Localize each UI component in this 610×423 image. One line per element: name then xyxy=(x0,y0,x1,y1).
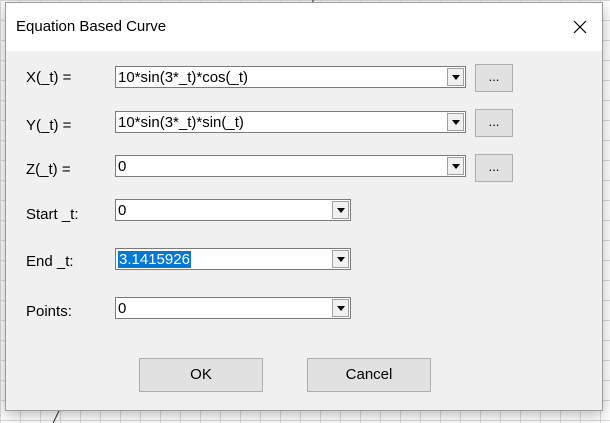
start-t-label: Start _t: xyxy=(26,206,79,223)
ok-button[interactable]: OK xyxy=(139,358,263,392)
chevron-down-icon xyxy=(451,74,460,80)
x-browse-button[interactable]: ... xyxy=(475,64,513,92)
y-equation-label: Y(_t) = xyxy=(26,117,72,134)
equation-curve-dialog: Equation Based Curve X(_t) = 10*sin(3*_t… xyxy=(5,2,603,411)
end-t-combobox[interactable]: 3.1415926 xyxy=(115,248,351,270)
y-dropdown-button[interactable] xyxy=(447,113,464,131)
start-t-dropdown-button[interactable] xyxy=(332,201,349,219)
z-equation-label: Z(_t) = xyxy=(26,161,71,178)
z-dropdown-button[interactable] xyxy=(447,157,464,175)
points-value: 0 xyxy=(118,300,127,317)
x-equation-label: X(_t) = xyxy=(26,69,72,86)
points-dropdown-button[interactable] xyxy=(332,299,349,317)
start-t-value: 0 xyxy=(118,202,127,219)
close-button[interactable] xyxy=(560,9,600,45)
z-browse-button[interactable]: ... xyxy=(475,154,513,182)
end-t-label: End _t: xyxy=(26,253,74,270)
y-browse-button[interactable]: ... xyxy=(475,109,513,137)
chevron-down-icon xyxy=(336,305,345,311)
x-equation-value: 10*sin(3*_t)*cos(_t) xyxy=(118,69,249,86)
end-t-dropdown-button[interactable] xyxy=(332,250,349,268)
points-label: Points: xyxy=(26,303,72,320)
end-t-value: 3.1415926 xyxy=(118,251,191,268)
close-icon xyxy=(573,20,587,34)
points-combobox[interactable]: 0 xyxy=(115,297,351,319)
x-dropdown-button[interactable] xyxy=(447,68,464,86)
y-equation-value: 10*sin(3*_t)*sin(_t) xyxy=(118,114,244,131)
z-equation-combobox[interactable]: 0 xyxy=(115,155,466,177)
dialog-title: Equation Based Curve xyxy=(16,18,167,35)
chevron-down-icon xyxy=(451,163,460,169)
chevron-down-icon xyxy=(336,256,345,262)
chevron-down-icon xyxy=(451,119,460,125)
cancel-button[interactable]: Cancel xyxy=(307,358,431,392)
title-bar[interactable]: Equation Based Curve xyxy=(6,3,602,51)
y-equation-combobox[interactable]: 10*sin(3*_t)*sin(_t) xyxy=(115,111,466,133)
z-equation-value: 0 xyxy=(118,158,127,175)
x-equation-combobox[interactable]: 10*sin(3*_t)*cos(_t) xyxy=(115,66,466,88)
chevron-down-icon xyxy=(336,207,345,213)
start-t-combobox[interactable]: 0 xyxy=(115,199,351,221)
